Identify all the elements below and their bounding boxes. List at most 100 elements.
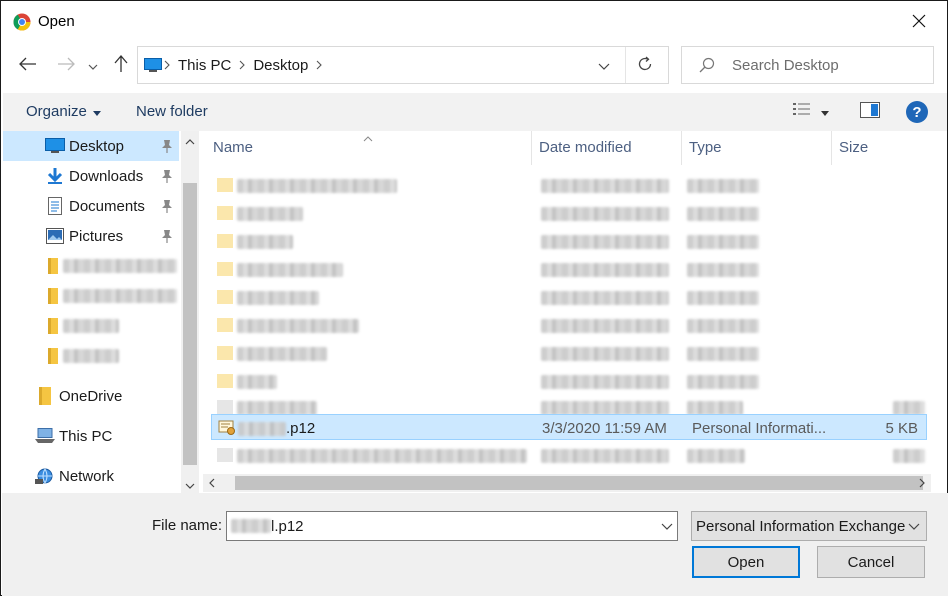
organize-button[interactable]: Organize [26,103,101,120]
file-type: Personal Informati... [692,420,827,437]
caret-down-icon [92,103,101,120]
up-button[interactable] [108,51,134,79]
sidebar-item-folder[interactable] [3,341,179,371]
sidebar-item-desktop[interactable]: Desktop [3,131,179,161]
sidebar-item-label: Downloads [69,168,144,185]
open-dialog: Open This PC Desktop Search Desktop Orga… [0,0,948,596]
sidebar-item-network[interactable]: Network [3,461,179,491]
column-divider[interactable] [681,131,682,165]
sidebar-item-documents[interactable]: Documents [3,191,179,221]
open-button[interactable]: Open [692,546,800,578]
chevron-down-icon [598,57,610,73]
file-row[interactable] [211,341,927,367]
scroll-up-button[interactable] [181,131,199,149]
sidebar-item-folder[interactable] [3,311,179,341]
column-header-size[interactable]: Size [839,139,868,156]
chevron-down-icon [185,476,195,492]
scroll-left-button[interactable] [203,474,221,492]
help-button[interactable]: ? [906,101,928,123]
address-bar[interactable]: This PC Desktop [137,46,669,84]
caret-down-icon [821,103,829,119]
file-row[interactable] [211,285,927,311]
sidebar-item-folder[interactable] [3,281,179,311]
column-divider[interactable] [531,131,532,165]
breadcrumb-desktop[interactable]: Desktop [247,57,314,74]
chevron-down-icon [908,518,920,537]
file-type-select[interactable]: Personal Information Exchange [691,511,927,541]
sidebar-item-this-pc[interactable]: This PC [3,421,179,451]
change-view-button[interactable] [793,102,829,119]
file-row[interactable] [211,369,927,395]
file-row[interactable] [211,173,927,199]
refresh-icon [637,56,653,75]
file-name-input[interactable]: l.p12 [226,511,678,541]
organize-label: Organize [26,103,87,120]
refresh-button[interactable] [628,47,662,83]
chevron-left-icon [209,475,215,491]
breadcrumb-separator-icon[interactable] [162,60,172,70]
chevron-down-icon[interactable] [661,518,673,537]
file-row-selected[interactable]: .p12 3/3/2020 11:59 AM Personal Informat… [211,414,927,440]
cancel-button[interactable]: Cancel [817,546,925,578]
file-name: .p12 [238,420,315,437]
file-row[interactable] [211,201,927,227]
pin-icon [161,199,173,216]
title-bar: Open [1,1,947,43]
scrollbar-thumb[interactable] [183,183,197,465]
folder-icon [217,346,233,360]
file-list-scrollbar [931,131,947,474]
pictures-icon [45,227,65,245]
navigation-pane: Desktop Downloads Documents Pictures One… [3,131,199,493]
column-header-type[interactable]: Type [689,139,722,156]
column-header-name[interactable]: Name [213,139,253,156]
navigation-pane-scrollbar[interactable] [181,131,199,493]
this-pc-icon [35,427,55,445]
file-name-label: File name: [152,517,223,534]
breadcrumb-this-pc[interactable]: This PC [172,57,237,74]
pin-icon [161,169,173,186]
sidebar-item-onedrive[interactable]: OneDrive [3,381,179,411]
column-divider[interactable] [831,131,832,165]
sidebar-item-downloads[interactable]: Downloads [3,161,179,191]
forward-button[interactable] [53,51,79,79]
file-row[interactable] [211,229,927,255]
file-date-modified: 3/3/2020 11:59 AM [542,420,667,437]
command-bar: Organize New folder ? [3,93,947,131]
scroll-right-button[interactable] [913,474,931,492]
sidebar-item-label: OneDrive [59,388,123,405]
breadcrumb-separator-icon[interactable] [314,60,324,70]
folder-icon [217,318,233,332]
column-header-date[interactable]: Date modified [539,139,632,156]
sidebar-item-folder[interactable] [3,251,179,281]
sidebar-item-pictures[interactable]: Pictures [3,221,179,251]
file-icon [217,448,233,462]
file-row[interactable] [211,443,927,469]
scroll-down-button[interactable] [181,475,199,493]
chrome-icon [13,13,31,31]
certificate-icon [218,419,235,435]
file-row[interactable] [211,313,927,339]
folder-icon [43,347,63,365]
preview-pane-icon [860,102,880,121]
up-arrow-icon [114,54,128,76]
sidebar-item-label: Documents [69,198,145,215]
horizontal-scrollbar[interactable] [203,474,931,492]
file-row[interactable] [211,257,927,283]
window-title: Open [38,13,75,30]
close-button[interactable] [905,9,933,35]
file-size: 5 KB [885,420,918,437]
dialog-footer: File name: l.p12 Personal Information Ex… [2,493,948,596]
sidebar-item-label: Desktop [69,138,125,155]
recent-locations-button[interactable] [83,51,103,79]
scrollbar-thumb[interactable] [235,476,923,490]
back-button[interactable] [15,51,41,79]
preview-pane-button[interactable] [860,102,880,121]
search-input[interactable] [732,56,922,74]
address-history-dropdown[interactable] [590,47,618,83]
back-arrow-icon [19,57,37,74]
breadcrumb-separator-icon[interactable] [237,60,247,70]
search-icon [698,56,716,74]
search-box[interactable] [681,46,934,84]
address-divider [625,47,626,83]
new-folder-button[interactable]: New folder [136,103,208,120]
